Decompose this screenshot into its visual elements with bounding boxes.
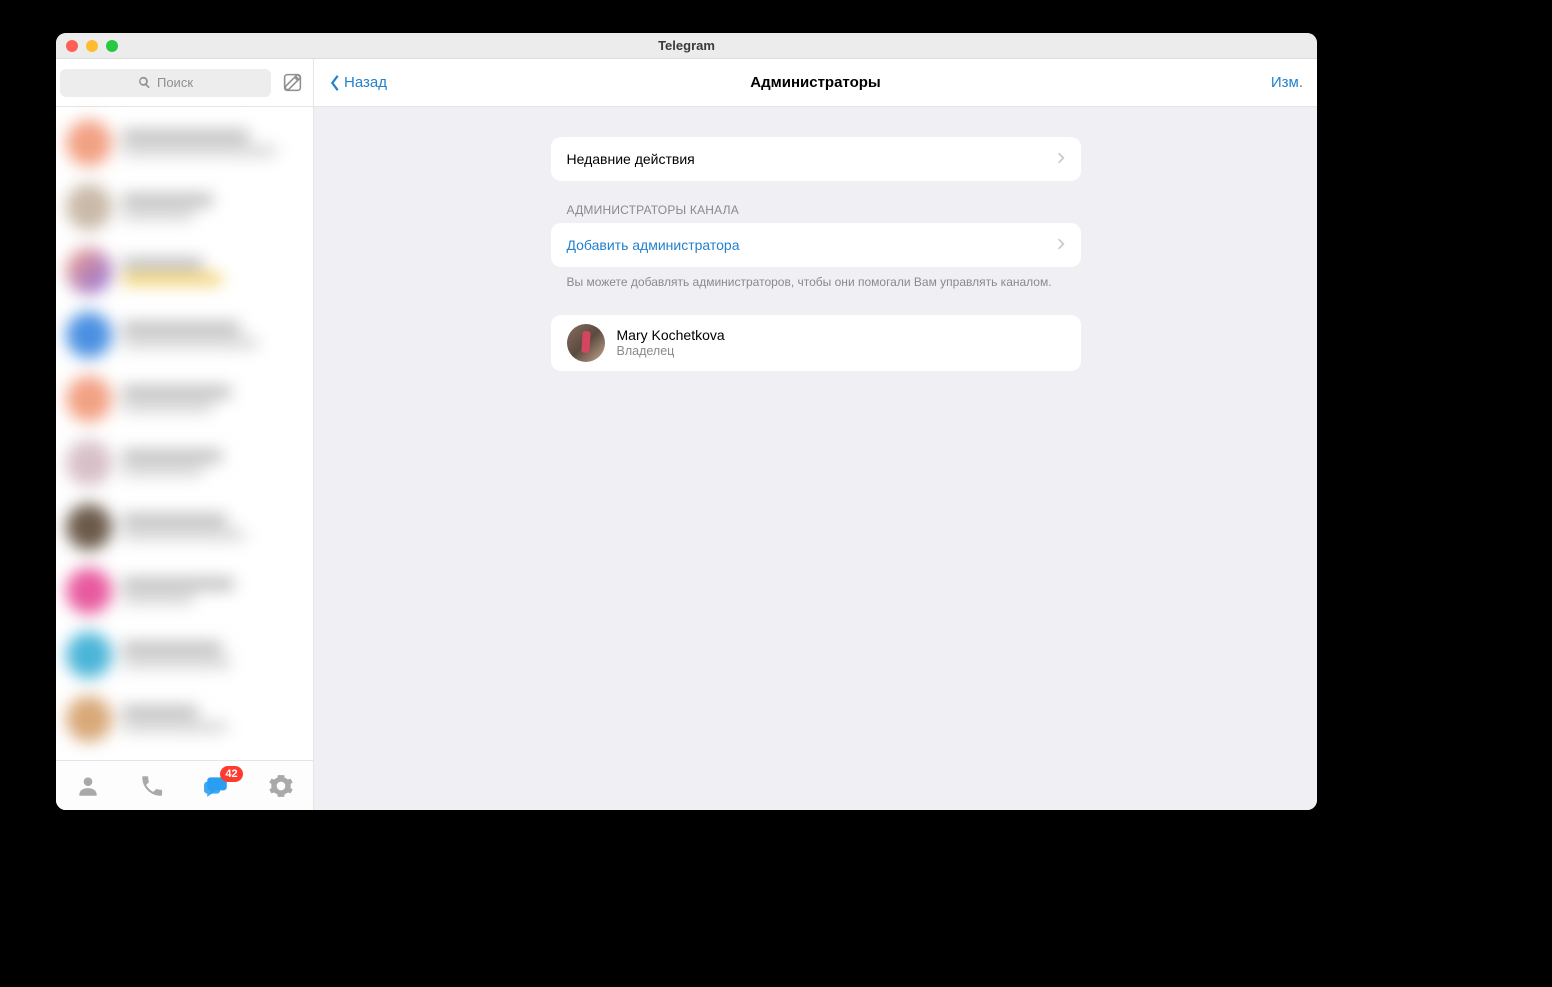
recent-actions-card: Недавние действия xyxy=(551,137,1081,181)
recent-actions-row[interactable]: Недавние действия xyxy=(551,137,1081,181)
add-admin-label: Добавить администратора xyxy=(567,237,740,253)
admins-section-footer: Вы можете добавлять администраторов, что… xyxy=(551,267,1081,291)
app-body: Поиск xyxy=(56,59,1317,810)
admin-name: Mary Kochetkova xyxy=(617,327,725,343)
compose-icon xyxy=(282,72,303,93)
chevron-left-icon xyxy=(328,74,342,92)
sidebar: Поиск xyxy=(56,59,314,810)
sidebar-top: Поиск xyxy=(56,59,313,107)
main-header: Назад Администраторы Изм. xyxy=(314,59,1317,107)
add-admin-row[interactable]: Добавить администратора xyxy=(551,223,1081,267)
tab-settings[interactable] xyxy=(257,766,305,806)
search-input[interactable]: Поиск xyxy=(60,69,271,97)
search-placeholder: Поиск xyxy=(157,75,193,90)
chevron-right-icon xyxy=(1057,151,1065,168)
chat-list-blurred xyxy=(56,107,313,760)
phone-icon xyxy=(139,773,165,799)
page-title: Администраторы xyxy=(750,74,880,91)
tab-contacts[interactable] xyxy=(64,766,112,806)
chevron-right-icon xyxy=(1057,237,1065,254)
app-window: Telegram Поиск xyxy=(56,33,1317,810)
compose-button[interactable] xyxy=(281,72,303,94)
tab-calls[interactable] xyxy=(128,766,176,806)
window-title: Telegram xyxy=(658,38,715,53)
tab-chats[interactable]: 42 xyxy=(193,766,241,806)
admin-list-item[interactable]: Mary Kochetkova Владелец xyxy=(551,315,1081,371)
window-close-button[interactable] xyxy=(66,40,78,52)
content-area: Недавние действия АДМИНИСТРАТОРЫ КАНАЛА … xyxy=(314,107,1317,810)
traffic-lights xyxy=(66,40,118,52)
admin-texts: Mary Kochetkova Владелец xyxy=(617,327,725,358)
main-panel: Назад Администраторы Изм. Недавние дейст… xyxy=(314,59,1317,810)
gear-icon xyxy=(268,773,294,799)
back-label: Назад xyxy=(344,74,387,91)
contacts-icon xyxy=(75,773,101,799)
admin-role: Владелец xyxy=(617,344,725,358)
admins-section-header: АДМИНИСТРАТОРЫ КАНАЛА xyxy=(551,203,1081,223)
titlebar: Telegram xyxy=(56,33,1317,59)
avatar xyxy=(567,324,605,362)
window-minimize-button[interactable] xyxy=(86,40,98,52)
tabbar: 42 xyxy=(56,760,313,810)
recent-actions-label: Недавние действия xyxy=(567,151,695,167)
unread-badge: 42 xyxy=(220,766,242,782)
back-button[interactable]: Назад xyxy=(328,74,387,92)
window-maximize-button[interactable] xyxy=(106,40,118,52)
add-admin-card: Добавить администратора xyxy=(551,223,1081,267)
edit-button[interactable]: Изм. xyxy=(1271,74,1303,91)
search-icon xyxy=(138,76,151,89)
